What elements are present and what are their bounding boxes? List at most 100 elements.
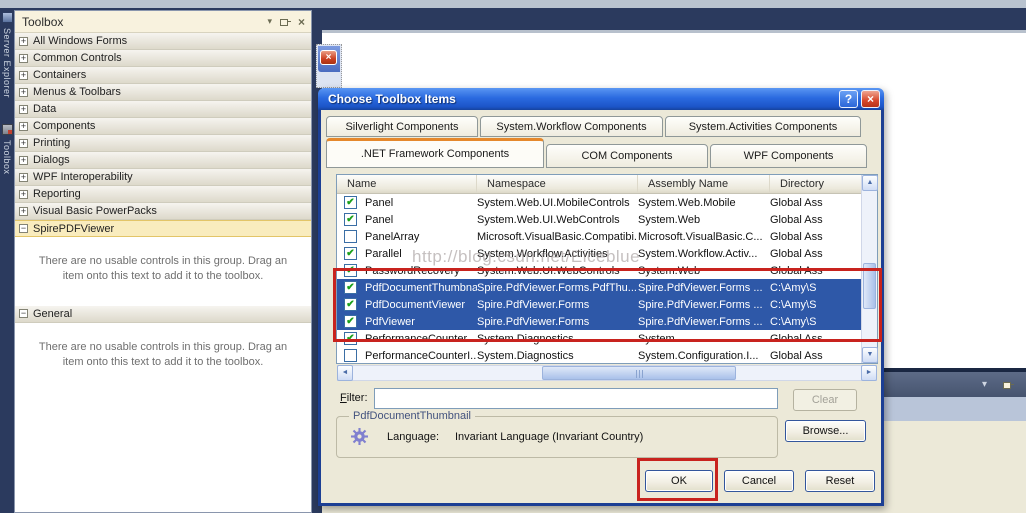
scroll-right-icon[interactable]: ► xyxy=(861,365,877,381)
toolbox-group-reporting[interactable]: +Reporting xyxy=(15,186,311,203)
cell-assembly: System.Web.Mobile xyxy=(638,197,770,209)
pin-icon[interactable] xyxy=(279,17,291,27)
scroll-down-icon[interactable]: ▼ xyxy=(862,347,878,363)
column-header-namespace[interactable]: Namespace xyxy=(477,175,638,193)
table-row[interactable]: PerformanceCounterI...System.Diagnostics… xyxy=(337,347,861,363)
table-row[interactable]: ✔ParallelSystem.Workflow.ActivitiesSyste… xyxy=(337,245,861,262)
expand-icon[interactable]: + xyxy=(19,37,28,46)
toolbox-header: Toolbox ▾ × xyxy=(15,11,311,33)
table-row[interactable]: ✔PanelSystem.Web.UI.WebControlsSystem.We… xyxy=(337,211,861,228)
close-icon[interactable]: × xyxy=(298,15,305,29)
table-row[interactable]: ✔PdfDocumentThumbnailSpire.PdfViewer.For… xyxy=(337,279,861,296)
toolbox-group-menus-toolbars[interactable]: + Menus & Toolbars xyxy=(15,84,311,101)
checkbox-icon[interactable]: ✔ xyxy=(344,281,357,294)
scrollbar-thumb[interactable] xyxy=(863,263,876,309)
browse-button[interactable]: Browse... xyxy=(785,420,866,442)
column-header-assembly-name[interactable]: Assembly Name xyxy=(638,175,770,193)
dialog-title: Choose Toolbox Items xyxy=(328,92,836,106)
expand-icon[interactable]: + xyxy=(19,156,28,165)
toolbox-group-dialogs[interactable]: +Dialogs xyxy=(15,152,311,169)
filter-input[interactable] xyxy=(374,388,778,409)
help-icon[interactable]: ? xyxy=(839,90,858,108)
cell-name: PerformanceCounter xyxy=(365,333,477,345)
toolbox-group-containers[interactable]: +Containers xyxy=(15,67,311,84)
table-row[interactable]: ✔PdfViewerSpire.PdfViewer.FormsSpire.Pdf… xyxy=(337,313,861,330)
groupbox-title: PdfDocumentThumbnail xyxy=(349,410,475,422)
tab-silverlight-components[interactable]: Silverlight Components xyxy=(326,116,478,137)
tab-system-activities-components[interactable]: System.Activities Components xyxy=(665,116,861,137)
table-row[interactable]: ✔PerformanceCounterSystem.DiagnosticsSys… xyxy=(337,330,861,347)
left-tab-bar: Server Explorer Toolbox xyxy=(0,8,14,513)
toolbox-icon xyxy=(2,124,13,135)
cell-directory: Global Ass xyxy=(770,214,861,226)
pin-icon[interactable] xyxy=(1002,380,1014,390)
table-row[interactable]: ✔PdfDocumentViewerSpire.PdfViewer.FormsS… xyxy=(337,296,861,313)
tab-system-workflow-components[interactable]: System.Workflow Components xyxy=(480,116,663,137)
toolbox-group-printing[interactable]: +Printing xyxy=(15,135,311,152)
checkbox-icon[interactable]: ✔ xyxy=(344,315,357,328)
column-header-name[interactable]: Name xyxy=(337,175,477,193)
scroll-up-icon[interactable]: ▲ xyxy=(862,175,878,191)
chevron-down-icon[interactable]: ▾ xyxy=(982,379,987,390)
cell-directory: Global Ass xyxy=(770,231,861,243)
ok-button[interactable]: OK xyxy=(645,470,713,492)
expand-icon[interactable]: + xyxy=(19,54,28,63)
expand-icon[interactable]: + xyxy=(19,207,28,216)
checkbox-icon[interactable]: ✔ xyxy=(344,298,357,311)
collapse-icon[interactable]: − xyxy=(19,224,28,233)
close-icon[interactable]: × xyxy=(861,90,880,108)
cell-name: Panel xyxy=(365,214,477,226)
checkbox-icon[interactable]: ✔ xyxy=(344,247,357,260)
expand-icon[interactable]: + xyxy=(19,88,28,97)
cell-namespace: Spire.PdfViewer.Forms.PdfThu... xyxy=(477,282,638,294)
clear-button[interactable]: Clear xyxy=(793,389,857,411)
checkbox-icon[interactable]: ✔ xyxy=(344,213,357,226)
reset-button[interactable]: Reset xyxy=(805,470,875,492)
checkbox-icon[interactable] xyxy=(344,349,357,362)
chevron-down-icon[interactable]: ▾ xyxy=(267,16,272,27)
table-row[interactable]: PanelArrayMicrosoft.VisualBasic.Compatib… xyxy=(337,228,861,245)
checkbox-icon[interactable]: ✔ xyxy=(344,196,357,209)
checkbox-icon[interactable] xyxy=(344,230,357,243)
toolbox-group-general[interactable]: −General xyxy=(15,306,311,323)
cell-namespace: Microsoft.VisualBasic.Compatibi... xyxy=(477,231,638,243)
collapse-icon[interactable]: − xyxy=(19,309,28,318)
expand-icon[interactable]: + xyxy=(19,71,28,80)
scrollbar-thumb[interactable] xyxy=(542,366,736,380)
cell-name: PanelArray xyxy=(365,231,477,243)
toolbox-group-list: +All Windows Forms+Common Controls+Conta… xyxy=(15,33,311,512)
table-row[interactable]: ✔PasswordRecoverySystem.Web.UI.WebContro… xyxy=(337,262,861,279)
toolbox-group-all-windows-forms[interactable]: +All Windows Forms xyxy=(15,33,311,50)
tab-row-back: Silverlight ComponentsSystem.Workflow Co… xyxy=(326,116,861,137)
dialog-titlebar[interactable]: Choose Toolbox Items ? × xyxy=(318,88,884,110)
toolbox-group-visual-basic-powerpacks[interactable]: +Visual Basic PowerPacks xyxy=(15,203,311,220)
expand-icon[interactable]: + xyxy=(19,122,28,131)
horizontal-scrollbar[interactable]: ◄ ► xyxy=(337,365,877,381)
cell-assembly: Spire.PdfViewer.Forms ... xyxy=(638,299,770,311)
expand-icon[interactable]: + xyxy=(19,105,28,114)
table-row[interactable]: ✔PanelSystem.Web.UI.MobileControlsSystem… xyxy=(337,194,861,211)
toolbox-group-label: Menus & Toolbars xyxy=(33,86,121,98)
expand-icon[interactable]: + xyxy=(19,139,28,148)
tab-net-framework-components[interactable]: .NET Framework Components xyxy=(326,138,544,168)
cell-assembly: System.Web xyxy=(638,214,770,226)
expand-icon[interactable]: + xyxy=(19,190,28,199)
sidebar-tab-toolbox[interactable]: Toolbox xyxy=(2,124,13,175)
vertical-scrollbar[interactable]: ▲ ▼ xyxy=(861,175,877,363)
sidebar-tab-server-explorer[interactable]: Server Explorer xyxy=(2,12,13,98)
cancel-button[interactable]: Cancel xyxy=(724,470,794,492)
scroll-left-icon[interactable]: ◄ xyxy=(337,365,353,381)
toolbox-group-common-controls[interactable]: +Common Controls xyxy=(15,50,311,67)
toolbox-group-wpf-interoperability[interactable]: +WPF Interoperability xyxy=(15,169,311,186)
tab-wpf-components[interactable]: WPF Components xyxy=(710,144,867,168)
window-top-strip xyxy=(0,0,1026,8)
checkbox-icon[interactable]: ✔ xyxy=(344,264,357,277)
toolbox-group-components[interactable]: +Components xyxy=(15,118,311,135)
column-header-directory[interactable]: Directory xyxy=(770,175,861,193)
tab-com-components[interactable]: COM Components xyxy=(546,144,708,168)
checkbox-icon[interactable]: ✔ xyxy=(344,332,357,345)
expand-icon[interactable]: + xyxy=(19,173,28,182)
language-label: Language: xyxy=(387,431,439,443)
toolbox-group-data[interactable]: +Data xyxy=(15,101,311,118)
toolbox-group-spirepdfviewer[interactable]: −SpirePDFViewer xyxy=(15,220,311,237)
